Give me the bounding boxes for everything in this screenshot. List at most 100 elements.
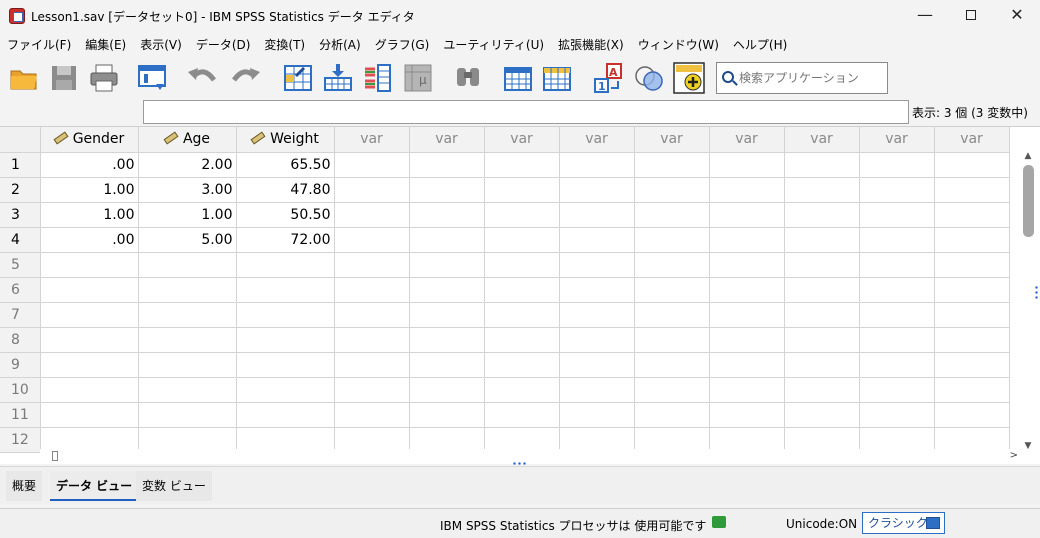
data-cell[interactable] <box>334 252 410 278</box>
data-cell[interactable] <box>559 227 635 253</box>
data-cell[interactable] <box>934 402 1010 428</box>
data-cell[interactable] <box>559 277 635 303</box>
data-cell[interactable] <box>484 177 560 203</box>
row-number[interactable]: 12 <box>0 427 41 453</box>
data-cell[interactable] <box>559 402 635 428</box>
data-cell[interactable] <box>934 152 1010 178</box>
scroll-down-icon[interactable]: ▼ <box>1023 441 1033 451</box>
data-cell[interactable] <box>334 377 410 403</box>
data-cell[interactable] <box>934 377 1010 403</box>
data-cell[interactable] <box>859 402 935 428</box>
data-cell[interactable] <box>784 227 860 253</box>
column-header-gender[interactable]: Gender <box>40 127 139 153</box>
print-icon[interactable] <box>88 62 120 94</box>
data-cell[interactable] <box>334 227 410 253</box>
data-cell[interactable] <box>709 152 785 178</box>
row-number[interactable]: 5 <box>0 252 41 278</box>
row-number[interactable]: 10 <box>0 377 41 403</box>
data-cell[interactable] <box>559 177 635 203</box>
data-cell[interactable] <box>484 227 560 253</box>
data-cell[interactable] <box>409 352 485 378</box>
data-cell[interactable] <box>784 252 860 278</box>
data-cell[interactable] <box>859 327 935 353</box>
data-cell[interactable] <box>784 202 860 228</box>
classic-mode-button[interactable]: クラシック <box>862 512 945 534</box>
column-header-var[interactable]: var <box>709 127 785 153</box>
data-cell[interactable] <box>934 302 1010 328</box>
minimize-button[interactable]: — <box>902 0 948 32</box>
menu-extensions[interactable]: 拡張機能(X) <box>551 34 631 56</box>
vertical-scroll-thumb[interactable] <box>1023 165 1034 237</box>
data-cell[interactable] <box>236 402 335 428</box>
data-cell[interactable] <box>409 202 485 228</box>
data-cell[interactable] <box>484 277 560 303</box>
data-cell[interactable] <box>138 352 237 378</box>
spelling-icon[interactable] <box>673 62 705 94</box>
scroll-right-icon[interactable]: > <box>1010 450 1018 461</box>
scroll-up-icon[interactable]: ▲ <box>1023 151 1033 161</box>
data-cell[interactable] <box>40 327 139 353</box>
data-cell[interactable] <box>859 277 935 303</box>
column-header-var[interactable]: var <box>784 127 860 153</box>
data-cell[interactable] <box>409 152 485 178</box>
column-header-var[interactable]: var <box>634 127 710 153</box>
data-cell[interactable] <box>709 302 785 328</box>
data-cell[interactable] <box>484 152 560 178</box>
data-cell[interactable] <box>236 277 335 303</box>
data-cell[interactable]: 72.00 <box>236 227 335 253</box>
data-cell[interactable] <box>709 277 785 303</box>
data-cell[interactable] <box>138 252 237 278</box>
data-cell[interactable] <box>409 277 485 303</box>
data-cell[interactable] <box>859 352 935 378</box>
data-cell[interactable] <box>409 327 485 353</box>
data-cell[interactable] <box>334 402 410 428</box>
horizontal-splitter-handle[interactable] <box>512 462 526 465</box>
data-cell[interactable] <box>784 402 860 428</box>
horizontal-scrollbar[interactable]: > <box>40 449 1020 463</box>
data-cell[interactable] <box>334 202 410 228</box>
data-cell[interactable] <box>859 177 935 203</box>
menu-analyze[interactable]: 分析(A) <box>312 34 368 56</box>
tab-data-view[interactable]: データ ビュー <box>50 471 139 501</box>
data-cell[interactable] <box>859 252 935 278</box>
data-cell[interactable] <box>236 352 335 378</box>
data-cell[interactable]: 3.00 <box>138 177 237 203</box>
data-cell[interactable] <box>709 202 785 228</box>
column-header-var[interactable]: var <box>484 127 560 153</box>
variables-icon[interactable] <box>362 62 394 94</box>
vertical-splitter-handle[interactable] <box>1035 285 1038 299</box>
row-number[interactable]: 7 <box>0 302 41 328</box>
data-cell[interactable] <box>484 302 560 328</box>
data-cell[interactable] <box>138 327 237 353</box>
data-cell[interactable] <box>138 377 237 403</box>
data-cell[interactable] <box>138 277 237 303</box>
data-cell[interactable] <box>784 177 860 203</box>
undo-icon[interactable] <box>186 62 218 94</box>
row-number[interactable]: 8 <box>0 327 41 353</box>
tab-variable-view[interactable]: 変数 ビュー <box>136 471 212 501</box>
data-cell[interactable] <box>40 352 139 378</box>
data-cell[interactable] <box>634 352 710 378</box>
column-header-var[interactable]: var <box>409 127 485 153</box>
data-cell[interactable] <box>484 352 560 378</box>
data-cell[interactable] <box>559 152 635 178</box>
data-cell[interactable] <box>236 327 335 353</box>
menu-help[interactable]: ヘルプ(H) <box>726 34 794 56</box>
data-cell[interactable] <box>784 302 860 328</box>
data-cell[interactable] <box>634 152 710 178</box>
data-cell[interactable] <box>709 377 785 403</box>
data-cell[interactable] <box>934 352 1010 378</box>
data-cell[interactable] <box>40 302 139 328</box>
column-header-var[interactable]: var <box>334 127 410 153</box>
data-cell[interactable] <box>40 377 139 403</box>
data-cell[interactable] <box>709 252 785 278</box>
data-cell[interactable] <box>559 352 635 378</box>
horizontal-scroll-thumb[interactable] <box>52 451 58 461</box>
data-cell[interactable] <box>634 227 710 253</box>
data-cell[interactable] <box>40 402 139 428</box>
data-cell[interactable] <box>709 402 785 428</box>
save-icon[interactable] <box>48 62 80 94</box>
menu-window[interactable]: ウィンドウ(W) <box>631 34 726 56</box>
close-button[interactable]: ✕ <box>994 0 1040 32</box>
run-descriptives-icon[interactable]: μ <box>402 62 434 94</box>
